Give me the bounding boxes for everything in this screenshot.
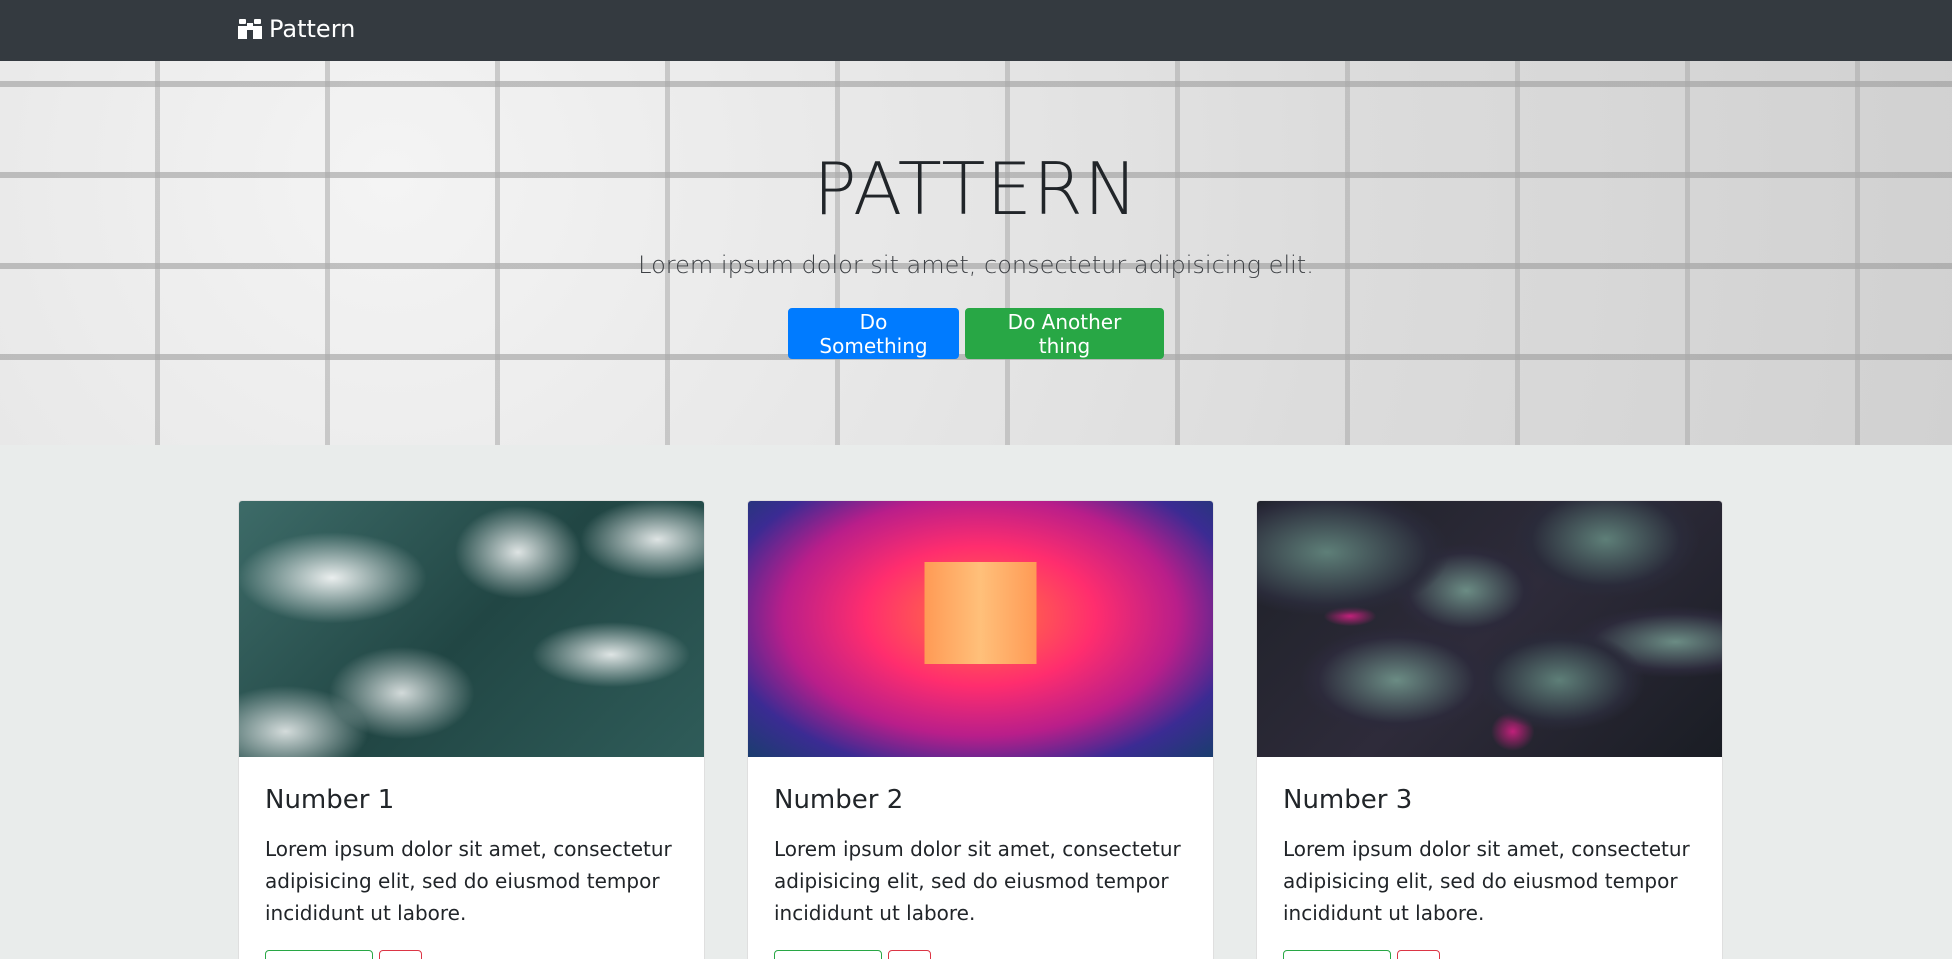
card-danger-button[interactable] — [379, 950, 422, 959]
card-body: Number 1 Lorem ipsum dolor sit amet, con… — [265, 785, 680, 929]
card-1: Number 1 Lorem ipsum dolor sit amet, con… — [238, 500, 705, 959]
hero-title: PATTERN — [813, 147, 1139, 231]
card-actions — [265, 950, 422, 959]
coleus-leaves-image — [1257, 501, 1722, 757]
card-3: Number 3 Lorem ipsum dolor sit amet, con… — [1256, 500, 1723, 959]
card-body: Number 2 Lorem ipsum dolor sit amet, con… — [774, 785, 1189, 929]
card-text: Lorem ipsum dolor sit amet, consectetur … — [265, 837, 672, 926]
card-title: Number 3 — [1283, 785, 1413, 815]
binoculars-icon — [237, 17, 263, 41]
brand-label: Pattern — [269, 15, 356, 43]
card-actions — [1283, 950, 1440, 959]
do-another-thing-button[interactable]: Do Another thing — [965, 308, 1164, 359]
hero-content: PATTERN Lorem ipsum dolor sit amet, cons… — [0, 61, 1952, 445]
card-danger-button[interactable] — [888, 950, 931, 959]
card-actions — [774, 950, 931, 959]
card-2: Number 2 Lorem ipsum dolor sit amet, con… — [747, 500, 1214, 959]
card-success-button[interactable] — [774, 950, 882, 959]
hero-buttons: Do Something Do Another thing — [0, 308, 1952, 359]
card-success-button[interactable] — [265, 950, 373, 959]
card-danger-button[interactable] — [1397, 950, 1440, 959]
card-success-button[interactable] — [1283, 950, 1391, 959]
hero-subtitle: Lorem ipsum dolor sit amet, consectetur … — [638, 251, 1314, 279]
navbar: Pattern — [0, 0, 1952, 61]
brand-link[interactable]: Pattern — [237, 11, 355, 47]
card-text: Lorem ipsum dolor sit amet, consectetur … — [1283, 837, 1690, 926]
card-text: Lorem ipsum dolor sit amet, consectetur … — [774, 837, 1181, 926]
do-something-button[interactable]: Do Something — [788, 308, 959, 359]
neon-tunnel-image — [748, 501, 1213, 757]
ocean-water-image — [239, 501, 704, 757]
card-body: Number 3 Lorem ipsum dolor sit amet, con… — [1283, 785, 1698, 929]
hero-banner: PATTERN Lorem ipsum dolor sit amet, cons… — [0, 61, 1952, 445]
card-title: Number 2 — [774, 785, 904, 815]
card-title: Number 1 — [265, 785, 395, 815]
